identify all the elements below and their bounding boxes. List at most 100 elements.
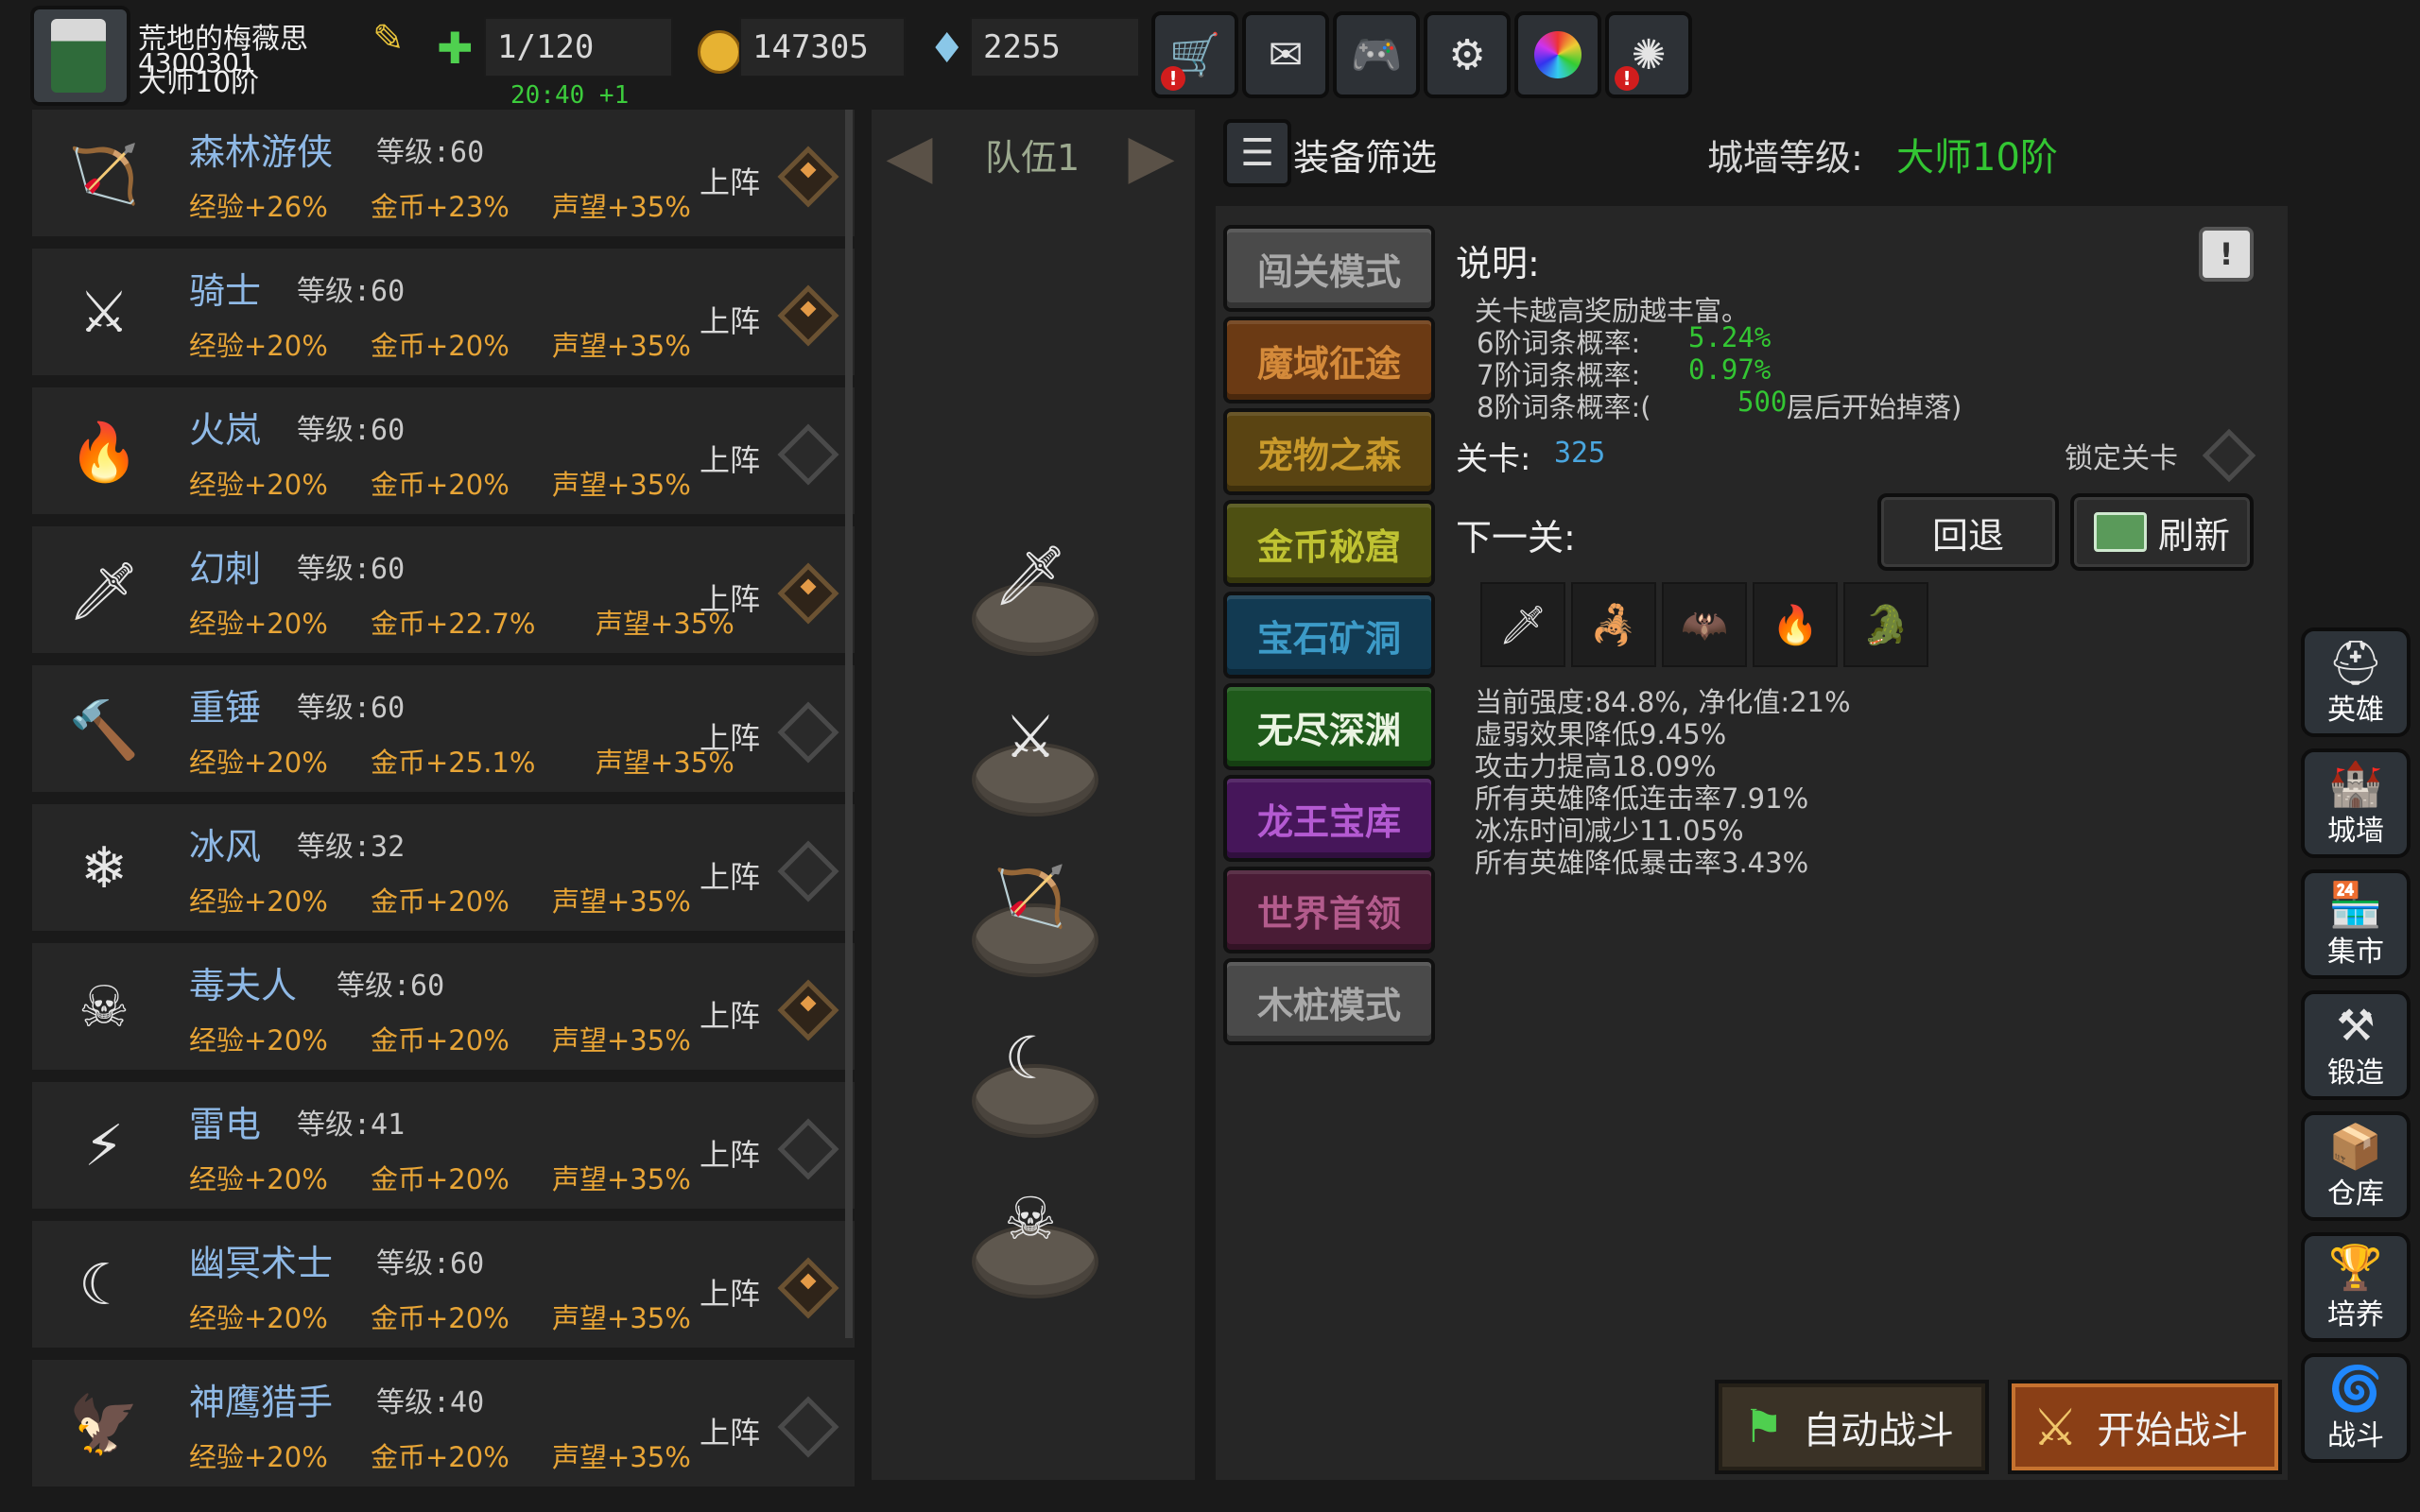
hero-level: 等级:60 xyxy=(297,275,406,308)
deploy-label[interactable]: 上阵 xyxy=(700,1131,760,1175)
prev-team-button[interactable]: ◀ xyxy=(872,119,947,195)
deploy-toggle[interactable] xyxy=(777,979,839,1041)
mode-button[interactable]: 闯关模式 xyxy=(1223,225,1435,312)
deploy-toggle[interactable] xyxy=(777,562,839,625)
deploy-toggle[interactable] xyxy=(777,1257,839,1319)
hero-row[interactable]: 🔨 重锤 等级:60 经验+20% 金币+25.1% 声望+35% 上阵 xyxy=(32,665,855,804)
enemy-thumb[interactable]: 🐊 xyxy=(1843,582,1928,667)
hero-exp-bonus: 经验+20% xyxy=(189,1441,328,1473)
avatar-portrait-icon xyxy=(51,19,106,93)
hero-gold-bonus: 金币+20% xyxy=(371,469,510,501)
side-nav-button[interactable]: 📦 仓库 xyxy=(2301,1111,2411,1221)
side-nav-icon: ⚒ xyxy=(2336,1000,2376,1051)
back-button[interactable]: 回退 xyxy=(1877,493,2059,571)
team-member[interactable]: ⚔ xyxy=(993,667,1068,771)
deploy-toggle[interactable] xyxy=(777,284,839,347)
mode-button[interactable]: 宠物之森 xyxy=(1223,408,1435,495)
deploy-toggle[interactable] xyxy=(777,423,839,486)
hero-portrait-icon: 🔨 xyxy=(68,696,140,764)
hero-row[interactable]: 🦅 神鹰猎手 等级:40 经验+20% 金币+20% 声望+35% 上阵 xyxy=(32,1360,855,1499)
equipment-filter-label[interactable]: 装备筛选 xyxy=(1293,129,1437,180)
stamina-timer: 20:40 +1 xyxy=(510,81,630,110)
hero-name: 骑士 xyxy=(189,270,262,312)
team-member[interactable]: 🗡 xyxy=(993,507,1068,610)
back-button-label: 回退 xyxy=(1931,514,2004,557)
team-member[interactable]: ☾ xyxy=(993,988,1068,1092)
side-nav-button[interactable]: ⛑ 英雄 xyxy=(2301,627,2411,737)
hero-fame-bonus: 声望+35% xyxy=(552,469,691,501)
deploy-label[interactable]: 上阵 xyxy=(700,714,760,758)
deploy-label[interactable]: 上阵 xyxy=(700,298,760,341)
deploy-toggle[interactable] xyxy=(777,1118,839,1180)
deploy-label[interactable]: 上阵 xyxy=(700,1409,760,1452)
color-wheel-button[interactable] xyxy=(1514,11,1601,98)
side-nav-button[interactable]: 🌀 战斗 xyxy=(2301,1353,2411,1463)
mode-button[interactable]: 木桩模式 xyxy=(1223,958,1435,1045)
hero-fame-bonus: 声望+35% xyxy=(552,885,691,918)
settings-button[interactable]: ⚙ xyxy=(1424,11,1511,98)
mode-button[interactable]: 金币秘窟 xyxy=(1223,500,1435,587)
enemy-thumb[interactable]: 🗡 xyxy=(1480,582,1565,667)
deploy-label[interactable]: 上阵 xyxy=(700,992,760,1036)
enemy-thumb[interactable]: 🔥 xyxy=(1753,582,1838,667)
deploy-toggle[interactable] xyxy=(777,701,839,764)
deploy-toggle[interactable] xyxy=(777,840,839,902)
hero-row[interactable]: ☠ 毒夫人 等级:60 经验+20% 金币+20% 声望+35% 上阵 xyxy=(32,943,855,1082)
equipment-filter-button[interactable]: ☰ xyxy=(1223,119,1291,187)
hero-gold-bonus: 金币+22.7% xyxy=(371,608,536,640)
wall-level-value: 大师10阶 xyxy=(1896,136,2058,180)
info-icon: ! xyxy=(2219,236,2234,272)
stage-value: 325 xyxy=(1554,437,1606,470)
gamepad-button[interactable]: 🎮 xyxy=(1333,11,1420,98)
hero-row[interactable]: 🔥 火岚 等级:60 经验+20% 金币+20% 声望+35% 上阵 xyxy=(32,387,855,526)
hero-row[interactable]: ⚔ 骑士 等级:60 经验+20% 金币+20% 声望+35% 上阵 xyxy=(32,249,855,387)
hero-row[interactable]: 🏹 森林游侠 等级:60 经验+26% 金币+23% 声望+35% 上阵 xyxy=(32,110,855,249)
gold-value: 147305 xyxy=(739,17,906,77)
hero-row[interactable]: ❄ 冰风 等级:32 经验+20% 金币+20% 声望+35% 上阵 xyxy=(32,804,855,943)
player-avatar[interactable] xyxy=(30,6,130,106)
hero-portrait-icon: ☾ xyxy=(78,1252,130,1318)
gem-icon: ♦ xyxy=(928,25,966,73)
deploy-label[interactable]: 上阵 xyxy=(700,853,760,897)
side-nav-button[interactable]: 🏰 城墙 xyxy=(2301,748,2411,858)
edit-name-icon[interactable]: ✎ xyxy=(372,17,405,60)
mail-icon: ✉ xyxy=(1268,30,1304,79)
deploy-label[interactable]: 上阵 xyxy=(700,159,760,202)
fireworks-button[interactable]: ✺! xyxy=(1605,11,1692,98)
mode-button[interactable]: 世界首领 xyxy=(1223,867,1435,954)
side-nav-label: 仓库 xyxy=(2327,1177,2384,1211)
deploy-label[interactable]: 上阵 xyxy=(700,576,760,619)
deploy-toggle[interactable] xyxy=(777,146,839,208)
side-nav-button[interactable]: 🏪 集市 xyxy=(2301,869,2411,979)
hero-row[interactable]: ⚡ 雷电 等级:41 经验+20% 金币+20% 声望+35% 上阵 xyxy=(32,1082,855,1221)
hero-list-scrollbar[interactable] xyxy=(845,110,853,1338)
help-button[interactable]: ! xyxy=(2199,227,2254,282)
side-nav-button[interactable]: 🏆 培养 xyxy=(2301,1232,2411,1342)
hero-list[interactable]: 🏹 森林游侠 等级:60 经验+26% 金币+23% 声望+35% 上阵 ⚔ 骑士 等级:60 经验… xyxy=(32,110,855,1499)
team-member[interactable]: 🏹 xyxy=(993,828,1068,932)
deploy-label[interactable]: 上阵 xyxy=(700,1270,760,1314)
mode-button[interactable]: 龙王宝库 xyxy=(1223,775,1435,862)
deploy-label[interactable]: 上阵 xyxy=(700,437,760,480)
mode-button[interactable]: 无尽深渊 xyxy=(1223,683,1435,770)
side-nav-button[interactable]: ⚒ 锻造 xyxy=(2301,990,2411,1100)
gems-value: 2255 xyxy=(970,17,1140,77)
next-team-button[interactable]: ▶ xyxy=(1114,119,1189,195)
hero-fame-bonus: 声望+35% xyxy=(552,1441,691,1473)
shop-cart-button[interactable]: 🛒! xyxy=(1151,11,1238,98)
mail-button[interactable]: ✉ xyxy=(1242,11,1329,98)
team-member[interactable]: ☠ xyxy=(993,1149,1068,1253)
refresh-button[interactable]: 刷新 xyxy=(2070,493,2254,571)
hero-name: 雷电 xyxy=(189,1104,262,1145)
enemy-thumb[interactable]: 🦇 xyxy=(1662,582,1747,667)
stage-stat-line: 所有英雄降低暴击率3.43% xyxy=(1475,847,1809,879)
mode-button[interactable]: 宝石矿洞 xyxy=(1223,592,1435,679)
hero-row[interactable]: ☾ 幽冥术士 等级:60 经验+20% 金币+20% 声望+35% 上阵 xyxy=(32,1221,855,1360)
start-battle-button[interactable]: ⚔ 开始战斗 xyxy=(2008,1380,2282,1474)
mode-button[interactable]: 魔域征途 xyxy=(1223,317,1435,404)
enemy-thumb[interactable]: 🦂 xyxy=(1571,582,1656,667)
deploy-toggle[interactable] xyxy=(777,1396,839,1458)
tier7-value: 0.97% xyxy=(1688,353,1772,386)
auto-battle-button[interactable]: ⚑ 自动战斗 xyxy=(1715,1380,1989,1474)
hero-row[interactable]: 🗡 幻刺 等级:60 经验+20% 金币+22.7% 声望+35% 上阵 xyxy=(32,526,855,665)
